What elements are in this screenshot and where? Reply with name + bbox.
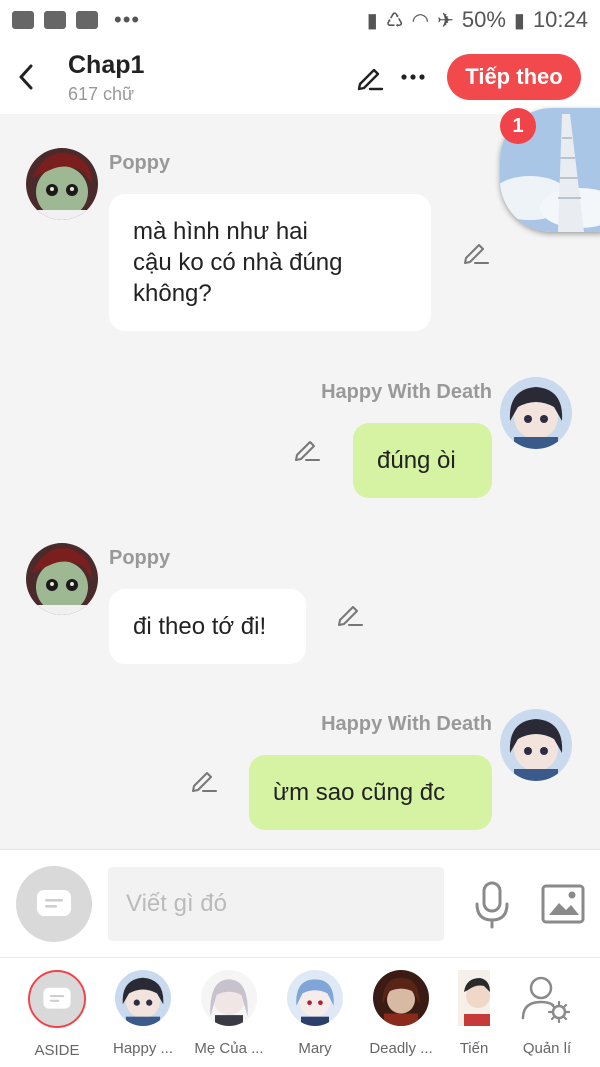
message-input-bar (0, 849, 600, 957)
back-arrow-icon (19, 64, 33, 90)
wifi-icon: ◠ (411, 9, 430, 32)
message-bubble[interactable]: đi theo tớ đi! (109, 589, 306, 664)
sender-name: Poppy (109, 152, 171, 174)
status-bar: ••• ▮ ♺ ◠ ✈ 50% ▮ 10:24 (0, 0, 600, 40)
character-aside[interactable]: ASIDE (14, 970, 100, 1059)
chat-bubble-icon (37, 890, 71, 916)
character-avatar (287, 970, 343, 1026)
pencil-icon (295, 441, 320, 461)
character-selector: ASIDE Happy ... Mẹ Của ... Mary Deadly .… (0, 957, 600, 1067)
message-line: ừm sao cũng đc (273, 779, 446, 806)
chat-bubble-icon (43, 987, 71, 1009)
happy-with-death-avatar[interactable] (500, 377, 572, 449)
message-line: cậu ko có nhà đúng (133, 249, 343, 276)
sender-name: Happy With Death (321, 381, 492, 403)
message-line: không? (133, 280, 212, 307)
voice-input-button[interactable] (472, 880, 512, 930)
poppy-avatar[interactable] (26, 543, 98, 615)
battery-percent: 50% (461, 7, 506, 32)
sender-name: Happy With Death (321, 713, 492, 735)
floating-cover-button[interactable]: 1 (500, 108, 600, 232)
character-label: Mẹ Của ... (194, 1040, 264, 1057)
edit-message-button[interactable] (293, 435, 321, 463)
character-deadly[interactable]: Deadly ... (358, 970, 444, 1057)
chapter-title[interactable]: Chap1 (68, 50, 144, 80)
message-input[interactable] (108, 867, 444, 941)
poppy-avatar[interactable] (26, 148, 98, 220)
character-label: Mary (298, 1040, 332, 1057)
message-bubble[interactable]: mà hình như hai cậu ko có nhà đúng không… (109, 194, 431, 331)
back-button[interactable] (0, 40, 52, 114)
more-horizontal-icon (401, 74, 425, 80)
edit-message-button[interactable] (190, 766, 218, 794)
character-label: Quản lí (522, 1040, 572, 1057)
character-avatar (373, 970, 429, 1026)
character-me-cua[interactable]: Mẹ Của ... (186, 970, 272, 1057)
recycle-icon: ♺ (385, 9, 404, 32)
character-manage-button[interactable]: Quản lí (506, 970, 588, 1057)
character-happy[interactable]: Happy ... (100, 970, 186, 1057)
more-notifications-icon: ••• (114, 7, 141, 32)
message-line: đi theo tớ đi! (133, 613, 267, 640)
chapter-header: Chap1 617 chữ Tiếp theo (0, 40, 600, 114)
sender-name: Poppy (109, 547, 171, 569)
character-avatar (458, 970, 490, 1026)
youtube-notification-icon (44, 11, 66, 29)
message-line: mà hình như hai (133, 218, 308, 245)
character-avatar (115, 970, 171, 1026)
airplane-mode-icon: ✈ (437, 9, 454, 32)
microphone-icon (475, 881, 509, 929)
next-button[interactable]: Tiếp theo (447, 54, 581, 100)
message-bubble[interactable]: đúng òi (353, 423, 492, 498)
character-label: Happy ... (112, 1040, 174, 1057)
message-bubble[interactable]: ừm sao cũng đc (249, 755, 492, 830)
insert-image-button[interactable] (541, 884, 585, 924)
edit-title-button[interactable] (353, 60, 387, 94)
battery-icon: ▮ (513, 9, 525, 32)
more-options-button[interactable] (396, 60, 430, 94)
notification-badge: 1 (500, 108, 536, 144)
aside-toggle-button[interactable] (16, 866, 92, 942)
character-label: ASIDE (34, 1042, 80, 1059)
gallery-notification-icon (12, 11, 34, 29)
character-label: Deadly ... (369, 1040, 433, 1057)
happy-with-death-avatar[interactable] (500, 709, 572, 781)
character-tien[interactable]: Tiến (444, 970, 504, 1057)
battery-saver-icon: ▮ (366, 9, 378, 32)
character-avatar (201, 970, 257, 1026)
youtube-notification-icon (76, 11, 98, 29)
character-mary[interactable]: Mary (272, 970, 358, 1057)
pencil-icon (192, 772, 217, 792)
edit-message-button[interactable] (336, 600, 364, 628)
pencil-icon (357, 68, 384, 91)
character-label: Tiến (459, 1040, 489, 1057)
pencil-icon (338, 606, 363, 626)
message-line: đúng òi (377, 447, 456, 474)
clock: 10:24 (532, 7, 588, 32)
edit-message-button[interactable] (462, 238, 490, 266)
image-icon (541, 884, 585, 924)
pencil-icon (464, 244, 489, 264)
manage-characters-icon (519, 970, 575, 1026)
word-count: 617 chữ (68, 83, 135, 104)
aside-avatar (28, 970, 86, 1028)
